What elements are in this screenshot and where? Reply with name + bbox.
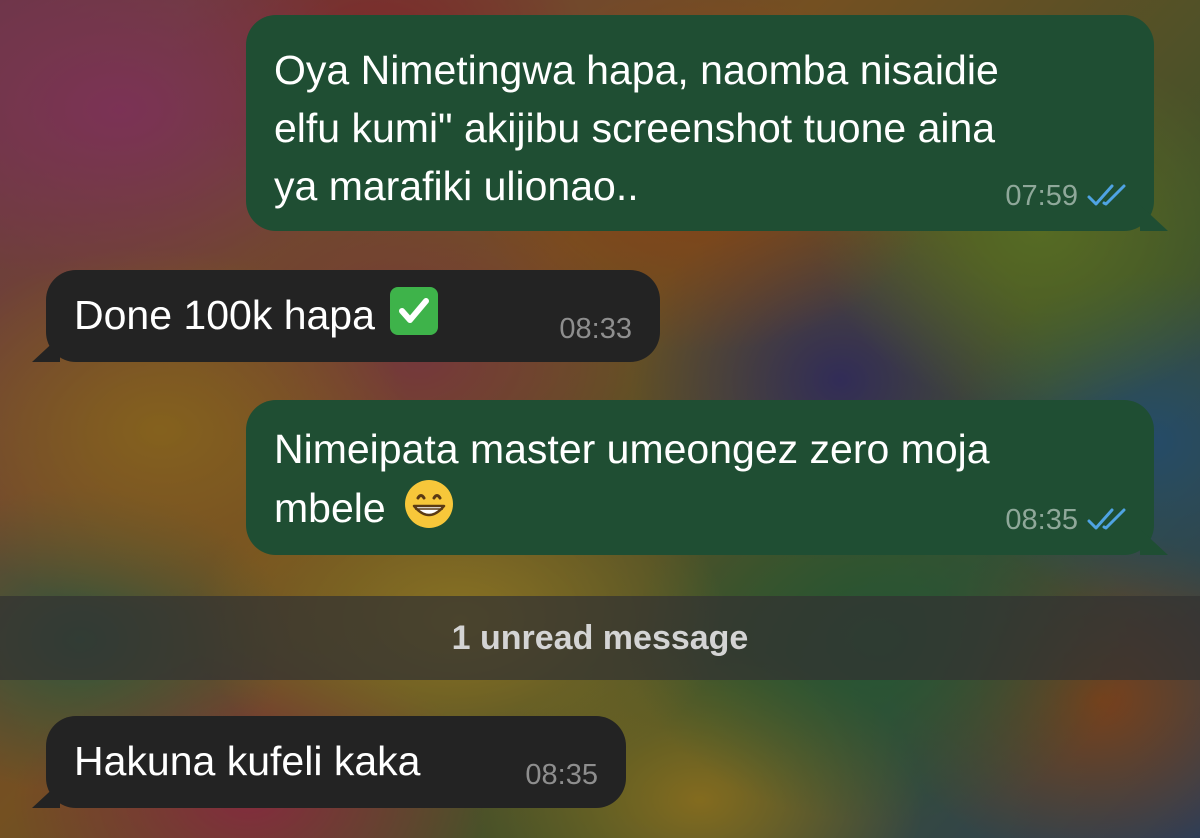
message-text: Done 100k hapa [74,292,375,338]
message-meta: 07:59 [1005,179,1128,213]
unread-divider-label: 1 unread message [451,618,749,657]
double-check-icon [1086,507,1128,533]
double-check-icon [1086,183,1128,209]
message-time: 08:35 [525,759,598,791]
bubble-tail [32,782,60,808]
bubble-tail [1140,529,1168,555]
unread-messages-divider: 1 unread message [0,596,1200,680]
message-meta: 08:35 [525,758,598,792]
message-time: 08:33 [559,313,632,345]
message-incoming[interactable]: Hakuna kufeli kaka 08:35 [32,716,626,808]
message-time: 08:35 [1005,504,1078,536]
message-text: Hakuna kufeli kaka [74,738,421,784]
message-meta: 08:35 [1005,503,1128,537]
bubble-tail [32,336,60,362]
message-meta: 08:33 [559,312,632,346]
bubble-tail [1140,205,1168,231]
grinning-face-emoji-icon [403,478,455,530]
message-outgoing[interactable]: Oya Nimetingwa hapa, naomba nisaidie elf… [246,15,1168,231]
message-incoming[interactable]: Done 100k hapa 08:33 [32,270,660,362]
message-time: 07:59 [1005,180,1078,212]
message-outgoing[interactable]: Nimeipata master umeongez zero moja mbel… [246,400,1168,555]
message-text: Oya Nimetingwa hapa, naomba nisaidie elf… [274,47,999,209]
check-mark-emoji-icon [390,287,439,335]
message-text: Nimeipata master umeongez zero moja mbel… [274,426,990,531]
